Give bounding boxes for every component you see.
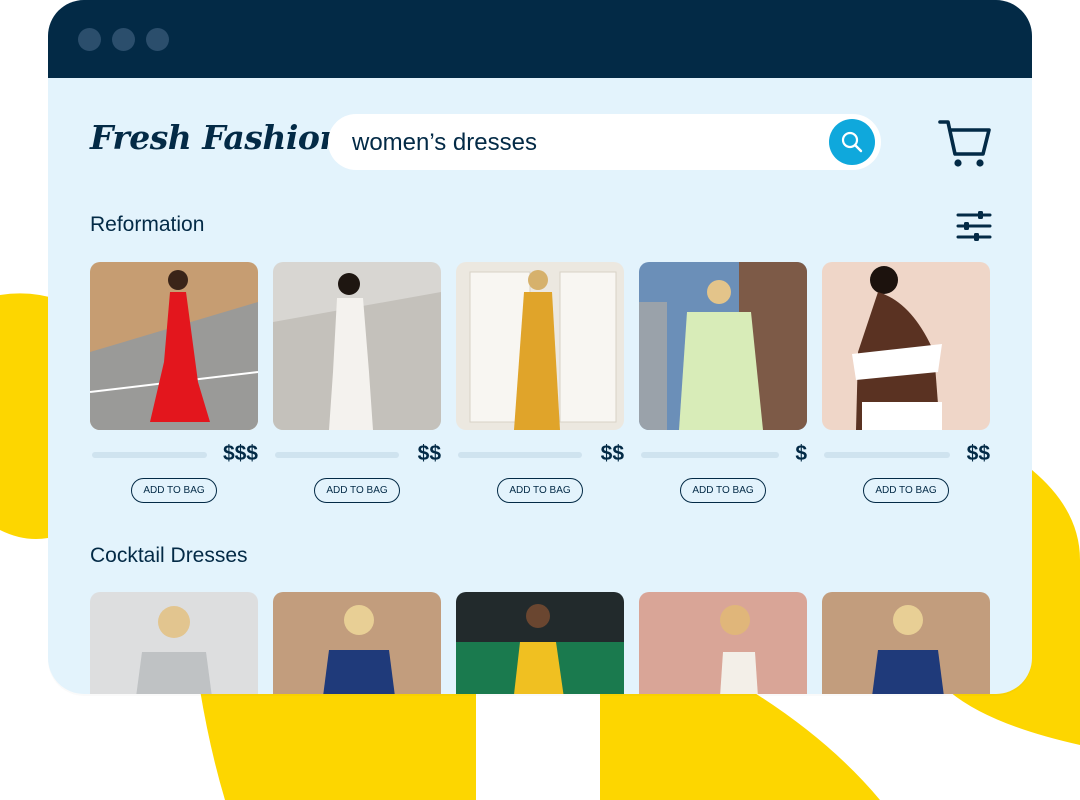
cart-button[interactable] <box>937 116 993 177</box>
product-card[interactable]: $$ ADD TO BAG <box>822 262 990 503</box>
product-card[interactable] <box>90 592 258 694</box>
add-to-bag-button[interactable]: ADD TO BAG <box>680 478 766 503</box>
product-name-placeholder <box>92 452 207 458</box>
product-image[interactable] <box>639 592 807 694</box>
product-name-placeholder <box>275 452 399 458</box>
brand-logo[interactable]: Fresh Fashion <box>90 118 343 157</box>
app-window: Fresh Fashion Reformation <box>48 0 1032 694</box>
product-image[interactable] <box>456 592 624 694</box>
product-card[interactable]: $$$ ADD TO BAG <box>90 262 258 503</box>
product-image[interactable] <box>90 262 258 430</box>
product-image[interactable] <box>639 262 807 430</box>
product-card[interactable] <box>456 592 624 694</box>
search-input[interactable] <box>350 124 824 162</box>
product-image[interactable] <box>456 262 624 430</box>
section-title-cocktail-dresses: Cocktail Dresses <box>90 544 248 567</box>
search-icon <box>841 131 863 153</box>
add-to-bag-button[interactable]: ADD TO BAG <box>497 478 583 503</box>
product-image[interactable] <box>273 592 441 694</box>
add-to-bag-button[interactable]: ADD TO BAG <box>863 478 949 503</box>
product-card[interactable]: $$ ADD TO BAG <box>456 262 624 503</box>
product-name-placeholder <box>458 452 582 458</box>
cart-icon <box>938 120 991 167</box>
decor-shape-bottom-left <box>200 690 480 800</box>
product-image[interactable] <box>90 592 258 694</box>
window-control-dot[interactable] <box>78 28 101 51</box>
window-control-dot[interactable] <box>112 28 135 51</box>
product-name-placeholder <box>641 452 779 458</box>
search-button[interactable] <box>829 119 875 165</box>
product-price: $ <box>795 442 807 465</box>
add-to-bag-button[interactable]: ADD TO BAG <box>131 478 217 503</box>
product-card[interactable]: $$ ADD TO BAG <box>273 262 441 503</box>
product-price: $$ <box>600 442 624 465</box>
product-price: $$$ <box>222 442 258 465</box>
product-card[interactable] <box>273 592 441 694</box>
sliders-icon <box>956 211 992 241</box>
window-titlebar <box>48 0 1032 78</box>
product-card[interactable]: $ ADD TO BAG <box>639 262 807 503</box>
product-price: $$ <box>966 442 990 465</box>
product-card[interactable] <box>639 592 807 694</box>
window-control-dot[interactable] <box>146 28 169 51</box>
product-price: $$ <box>417 442 441 465</box>
product-card[interactable] <box>822 592 990 694</box>
section-title-reformation: Reformation <box>90 213 205 236</box>
add-to-bag-button[interactable]: ADD TO BAG <box>314 478 400 503</box>
product-image[interactable] <box>822 262 990 430</box>
decor-shape-bottom-mid <box>600 690 880 800</box>
search-bar <box>328 114 881 170</box>
product-name-placeholder <box>824 452 950 458</box>
product-image[interactable] <box>822 592 990 694</box>
product-image[interactable] <box>273 262 441 430</box>
filter-button[interactable] <box>956 210 992 247</box>
